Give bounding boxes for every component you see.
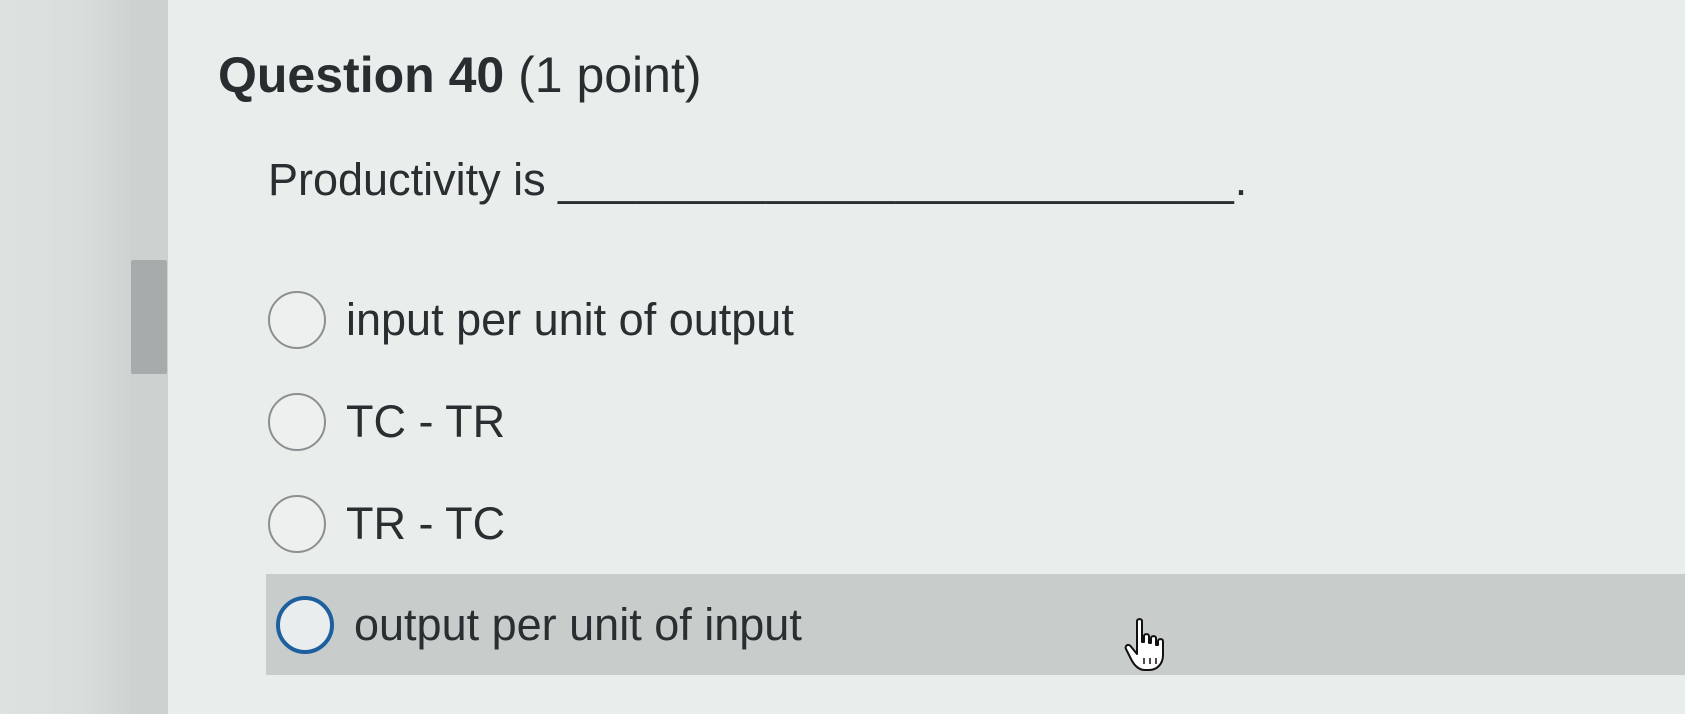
question-title: Question 40: [218, 47, 505, 103]
question-prompt: Productivity is ________________________…: [268, 152, 1248, 208]
scrollbar-thumb[interactable]: [131, 260, 167, 374]
option-label: TC - TR: [346, 396, 506, 447]
prompt-text: Productivity is: [268, 154, 546, 205]
answer-option-1[interactable]: input per unit of output: [268, 272, 794, 368]
prompt-blank: __________________________.: [558, 154, 1249, 205]
radio-button[interactable]: [268, 291, 326, 349]
option-label: input per unit of output: [346, 294, 794, 345]
answer-option-4[interactable]: output per unit of input: [266, 574, 1685, 675]
question-points: (1 point): [518, 47, 702, 103]
left-gutter: [0, 0, 130, 714]
option-label: output per unit of input: [354, 598, 802, 650]
answer-option-3[interactable]: TR - TC: [268, 476, 505, 572]
hand-pointer-icon: [1124, 618, 1164, 671]
radio-button[interactable]: [276, 595, 334, 654]
option-label: TR - TC: [346, 498, 506, 549]
radio-button[interactable]: [268, 393, 326, 451]
radio-button[interactable]: [268, 495, 326, 553]
answer-option-2[interactable]: TC - TR: [268, 374, 505, 470]
question-header: Question 40 (1 point): [218, 44, 702, 106]
